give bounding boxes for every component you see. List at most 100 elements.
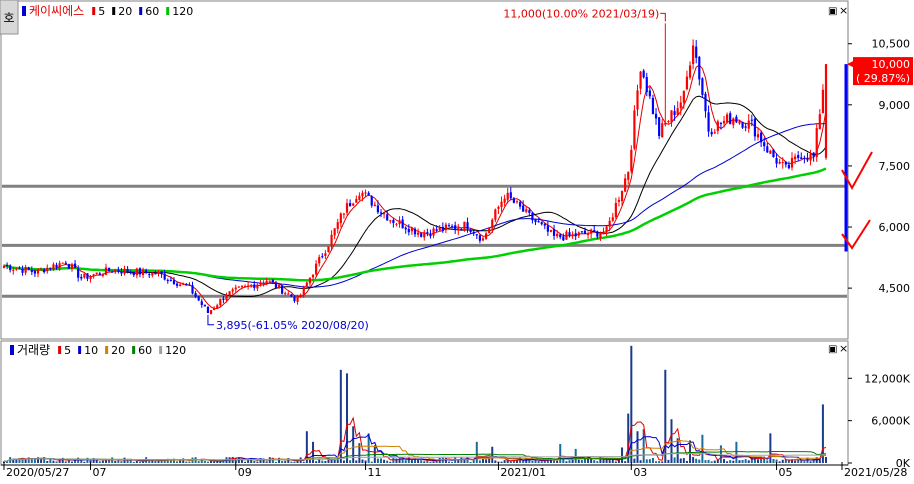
- volume-bar: [203, 461, 206, 463]
- volume-bar: [46, 461, 49, 463]
- candle-body: [698, 56, 701, 80]
- volume-bar: [719, 445, 722, 463]
- candle-body: [784, 161, 787, 165]
- candle-body: [577, 232, 580, 236]
- volume-bar: [723, 459, 726, 463]
- candle-body: [376, 205, 380, 213]
- volume-bar: [417, 459, 420, 463]
- price-tick-label: 9,000: [879, 99, 911, 112]
- volume-bar: [83, 461, 86, 463]
- volume-bar: [741, 459, 744, 463]
- candle-body: [318, 257, 321, 264]
- chart-canvas: 호 케이씨에스 5 20 60 120 거래량 5 10 20 60 120 ▣ × ▣ × …: [0, 0, 914, 480]
- volume-bar: [404, 460, 407, 463]
- price-restore-button[interactable]: ▣: [828, 6, 837, 17]
- volume-bar: [318, 459, 321, 463]
- volume-bar: [376, 458, 379, 463]
- x-tick-label: 2020/05/27: [6, 466, 69, 479]
- candle-body: [339, 213, 342, 224]
- candle-body: [800, 157, 803, 159]
- candle-body: [769, 150, 772, 154]
- volume-bar: [64, 461, 67, 463]
- candle-body: [645, 77, 648, 93]
- volume-bar: [30, 459, 33, 463]
- candle-body: [565, 231, 568, 240]
- candle-body: [688, 65, 692, 78]
- volume-bar: [302, 461, 305, 463]
- volume-bar: [503, 460, 506, 463]
- candle-body: [460, 228, 463, 231]
- volume-bar: [123, 457, 126, 463]
- candle-body: [797, 154, 800, 159]
- candle-body: [667, 121, 670, 123]
- candle-body: [664, 122, 667, 125]
- volume-bar: [685, 460, 688, 463]
- candle-body: [450, 226, 454, 228]
- candle-body: [729, 113, 732, 125]
- candle-body: [484, 233, 488, 239]
- candle-body: [24, 266, 27, 273]
- candle-body: [12, 269, 15, 271]
- price-close-button[interactable]: ×: [839, 4, 848, 17]
- candle-body: [86, 273, 89, 279]
- candle-body: [315, 263, 318, 275]
- candle-body: [355, 199, 358, 203]
- volume-bar: [679, 458, 682, 463]
- candle-body: [123, 268, 126, 274]
- candle-body: [287, 293, 290, 295]
- volume-bar: [794, 460, 797, 463]
- candle-body: [744, 126, 747, 128]
- volume-close-button[interactable]: ×: [839, 342, 848, 355]
- candle-body: [531, 212, 534, 221]
- candle-body: [64, 262, 67, 265]
- candle-body: [670, 110, 673, 123]
- volume-bar: [580, 459, 583, 463]
- volume-restore-button[interactable]: ▣: [828, 344, 837, 355]
- volume-bar: [803, 461, 806, 463]
- candle-body: [49, 267, 52, 269]
- candle-body: [237, 286, 240, 288]
- volume-bar: [556, 460, 559, 463]
- candle-body: [352, 203, 355, 206]
- price-ma-label: 60: [145, 5, 159, 18]
- volume-bar: [361, 459, 364, 463]
- candle-body: [361, 192, 364, 197]
- volume-bar: [494, 460, 497, 463]
- candle-body: [747, 120, 750, 129]
- volume-bar: [800, 460, 803, 463]
- volume-bar: [744, 459, 747, 463]
- volume-bar: [651, 457, 654, 463]
- volume-bar: [142, 461, 145, 463]
- candle-body: [821, 89, 825, 114]
- candle-body: [506, 192, 509, 200]
- candle-body: [707, 112, 710, 132]
- volume-bar: [157, 460, 160, 463]
- volume-bar: [55, 461, 58, 463]
- volume-ma-swatch: [58, 346, 62, 354]
- candle-body: [627, 172, 630, 180]
- volume-bar: [781, 459, 784, 463]
- volume-bar: [825, 457, 827, 463]
- candle-body: [559, 234, 562, 238]
- volume-bar: [410, 460, 413, 463]
- candle-body: [639, 71, 642, 89]
- volume-bar: [386, 460, 389, 463]
- candle-body: [77, 268, 80, 278]
- x-tick-label: 2021/05/28: [844, 466, 907, 479]
- candle-body: [18, 268, 21, 270]
- volume-bar: [98, 461, 101, 463]
- candle-body: [271, 279, 274, 283]
- volume-bar: [787, 460, 790, 463]
- candle-body: [395, 223, 398, 225]
- candle-body: [540, 222, 543, 225]
- candle-body: [197, 296, 200, 301]
- candle-body: [401, 219, 404, 229]
- volume-bar: [692, 457, 695, 463]
- candle-body: [262, 283, 265, 285]
- volume-ma-label: 20: [111, 344, 125, 357]
- candle-body: [806, 158, 809, 161]
- volume-bar: [778, 461, 781, 463]
- candle-body: [719, 123, 723, 125]
- candle-body: [760, 132, 763, 143]
- candle-body: [701, 78, 704, 95]
